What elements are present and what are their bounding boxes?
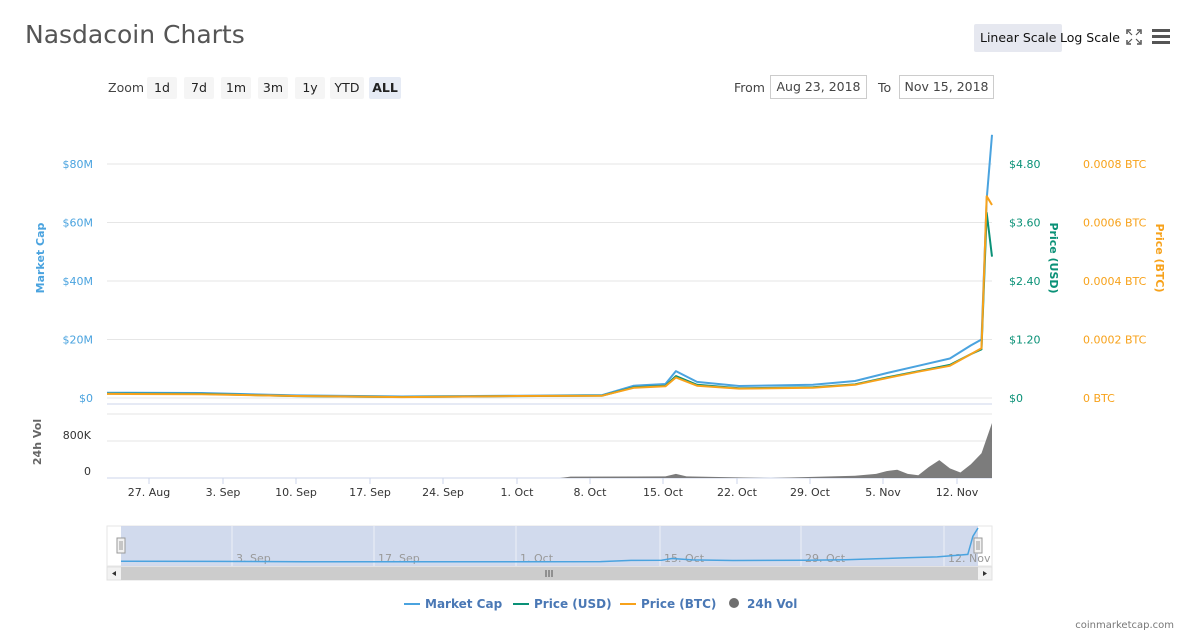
volume-area [107, 423, 992, 478]
market-cap-tick-label: $0 [79, 392, 93, 405]
market-cap-axis-title: Market Cap [34, 223, 47, 294]
x-tick-label: 27. Aug [128, 486, 170, 499]
price-chart: $0 $20M $40M $60M $80M $0 $1.20 $2.40 $3.60 $4.80… [31, 134, 1166, 611]
price-btc-tick-label: 0.0002 BTC [1083, 334, 1147, 347]
navigator-handle [116, 537, 126, 554]
market-cap-tick-label: $80M [63, 158, 94, 171]
legend-swatch [729, 598, 739, 608]
legend-item: Market Cap [425, 597, 503, 611]
price-btc-line [106, 195, 993, 399]
legend: Market Cap Price (USD) Price (BTC) 24h Vol [404, 597, 797, 611]
volume-grid [107, 413, 992, 479]
price-btc-tick-label: 0.0004 BTC [1083, 275, 1147, 288]
x-tick-label: 5. Nov [865, 486, 901, 499]
volume-axis-title: 24h Vol [31, 419, 44, 465]
price-usd-tick-label: $2.40 [1009, 275, 1041, 288]
market-cap-tick-label: $60M [63, 217, 94, 230]
market-cap-tick-label: $20M [63, 334, 94, 347]
navigator-tick-label: 12. Nov [948, 552, 991, 565]
x-tick-label: 10. Sep [275, 486, 317, 499]
x-tick-label: 8. Oct [573, 486, 607, 499]
x-tick-label: 29. Oct [790, 486, 831, 499]
navigator-tick-label: 17. Sep [378, 552, 420, 565]
price-usd-line [106, 211, 993, 398]
navigator-tick-label: 1. Oct [520, 552, 554, 565]
navigator-handle [973, 537, 983, 554]
price-btc-tick-label: 0 BTC [1083, 392, 1115, 405]
market-cap-tick-label: $40M [63, 275, 94, 288]
price-btc-tick-label: 0.0008 BTC [1083, 158, 1147, 171]
chart-grid [107, 163, 992, 405]
line-series [106, 134, 993, 399]
navigator: 3. Sep 17. Sep 1. Oct 15. Oct 29. Oct 12. Nov [106, 525, 993, 581]
price-usd-tick-label: $3.60 [1009, 217, 1041, 230]
legend-item: 24h Vol [747, 597, 797, 611]
legend-item: Price (BTC) [641, 597, 716, 611]
volume-tick-label: 800K [63, 429, 92, 442]
x-tick-label: 22. Oct [717, 486, 758, 499]
x-tick-label: 1. Oct [500, 486, 534, 499]
price-usd-axis-title: Price (USD) [1047, 222, 1060, 293]
x-tick-label: 3. Sep [206, 486, 241, 499]
price-usd-tick-label: $1.20 [1009, 334, 1041, 347]
x-tick-label: 17. Sep [349, 486, 391, 499]
price-usd-tick-label: $0 [1009, 392, 1023, 405]
axis-labels: $0 $20M $40M $60M $80M $0 $1.20 $2.40 $3.60 $4.80… [31, 158, 1166, 499]
market-cap-line [106, 134, 993, 398]
price-btc-axis-title: Price (BTC) [1153, 223, 1166, 292]
legend-item: Price (USD) [534, 597, 612, 611]
volume-series [107, 423, 992, 478]
x-tick-label: 12. Nov [936, 486, 979, 499]
x-tick-label: 15. Oct [643, 486, 684, 499]
price-usd-tick-label: $4.80 [1009, 158, 1041, 171]
price-btc-tick-label: 0.0006 BTC [1083, 217, 1147, 230]
volume-tick-label: 0 [84, 465, 91, 478]
credit-link[interactable]: coinmarketcap.com [1075, 620, 1174, 631]
navigator-tick-label: 3. Sep [236, 552, 271, 565]
navigator-tick-label: 29. Oct [805, 552, 846, 565]
x-tick-label: 24. Sep [422, 486, 464, 499]
